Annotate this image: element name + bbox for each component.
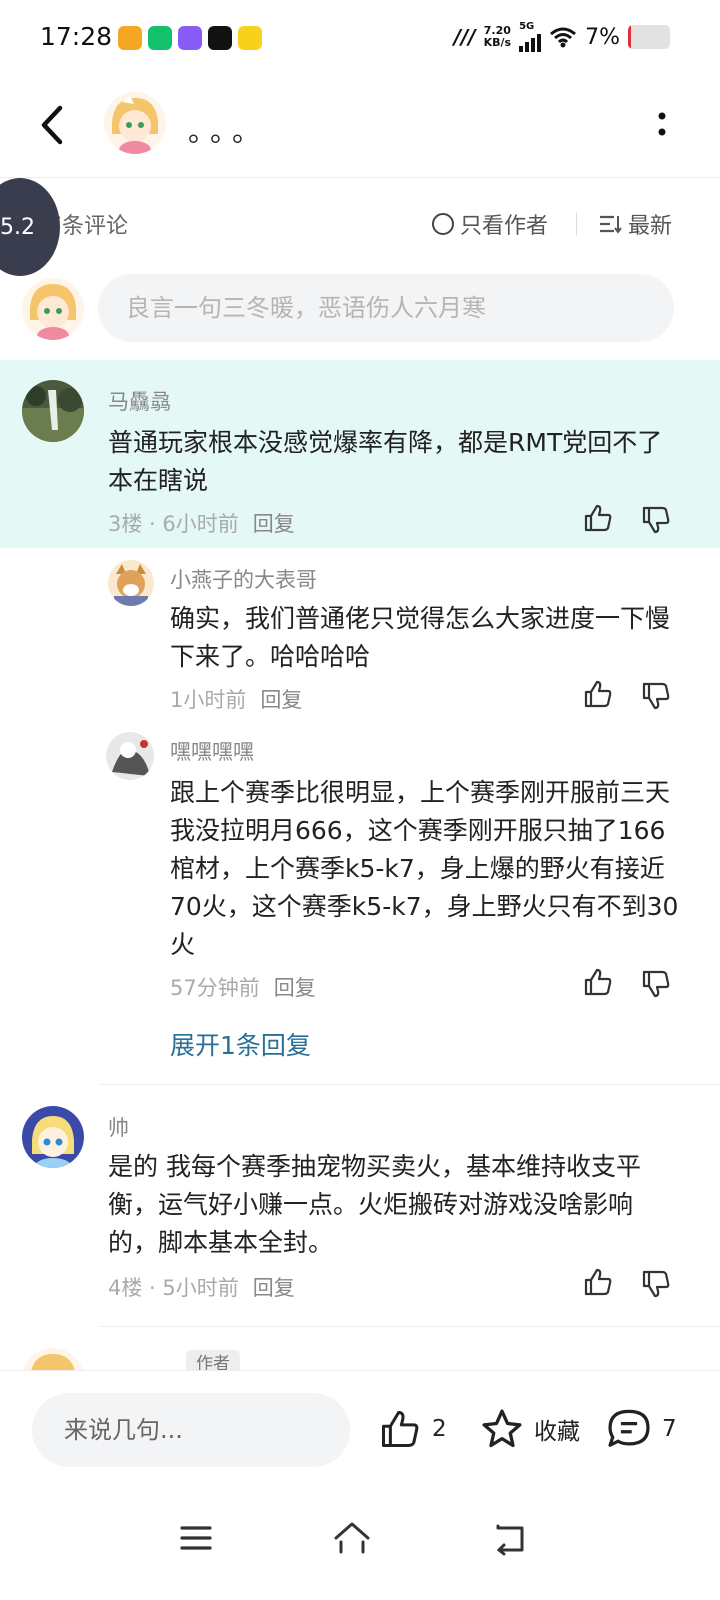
thumbs-up-icon[interactable] xyxy=(582,1266,614,1298)
replier-name[interactable]: 嘿嘿嘿嘿 xyxy=(170,736,254,766)
back-icon[interactable] xyxy=(490,1518,530,1558)
comment-input[interactable]: 良言一句三冬暖，恶语伤人六月寒 xyxy=(98,274,674,342)
author-avatar[interactable] xyxy=(104,92,166,154)
net-speed: 7.20 KB/s xyxy=(483,24,512,49)
comment-text: 是的 我每个赛季抽宠物买卖火，基本维持收支平衡，运气好小赚一点。火炬搬砖对游戏没… xyxy=(108,1152,641,1257)
reply-meta: 1小时前 回复 xyxy=(170,684,302,714)
app-icon-1 xyxy=(118,26,142,50)
more-vertical-icon[interactable] xyxy=(656,108,668,144)
radio-icon xyxy=(432,213,454,235)
my-avatar xyxy=(22,278,84,340)
thumbs-up-icon xyxy=(381,1410,419,1448)
reply-button[interactable]: 回复 xyxy=(253,1272,295,1302)
wifi-icon xyxy=(550,27,577,48)
thumbs-down-icon[interactable] xyxy=(640,504,672,536)
home-icon[interactable] xyxy=(332,1518,372,1558)
star-icon xyxy=(482,1409,522,1448)
reply-button[interactable]: 回复 xyxy=(274,972,316,1002)
app-icon-4 xyxy=(208,26,232,50)
replier-name[interactable]: 小燕子的大表哥 xyxy=(170,564,317,594)
thumbs-down-icon[interactable] xyxy=(640,1268,672,1300)
expand-replies-link[interactable]: 展开1条回复 xyxy=(170,1026,311,1062)
comments-button[interactable]: 7 xyxy=(606,1407,677,1451)
signal-icon: 5G xyxy=(519,22,542,52)
thumbs-up-icon[interactable] xyxy=(582,502,614,534)
app-icon-2 xyxy=(148,26,172,50)
thumbs-down-icon[interactable] xyxy=(640,680,672,712)
reply-time: 57分钟前 xyxy=(170,976,260,1000)
reply-meta: 57分钟前 回复 xyxy=(170,972,316,1002)
comment-item: 马驫骉 普通玩家根本没感觉爆率有降，都是RMT党回不了本在瞎说 3楼 · 6小时… xyxy=(0,360,720,548)
reply-text: 确实，我们普通佬只觉得怎么大家进度一下慢下来了。哈哈哈哈 xyxy=(170,604,671,671)
reply-time: 1小时前 xyxy=(170,688,247,712)
comments-count: 7 xyxy=(662,1416,677,1442)
commenter-avatar[interactable] xyxy=(22,380,84,442)
commenter-name[interactable]: 马驫骉 xyxy=(108,386,171,416)
thumbs-down-icon[interactable] xyxy=(640,968,672,1000)
comment-text: 普通玩家根本没感觉爆率有降，都是RMT党回不了本在瞎说 xyxy=(108,428,663,495)
commenter-name[interactable]: 帅 xyxy=(108,1112,129,1142)
hd-icon: /// xyxy=(453,25,476,49)
only-author-label: 只看作者 xyxy=(460,214,549,239)
battery-icon xyxy=(628,25,670,49)
system-nav-bar xyxy=(0,1490,720,1600)
reply-button[interactable]: 回复 xyxy=(253,508,295,538)
battery-percent: 7% xyxy=(585,24,620,50)
status-time: 17:28 xyxy=(40,22,113,51)
thumbs-up-icon[interactable] xyxy=(582,678,614,710)
comments-header: 共7条评论 只看作者 最新 xyxy=(0,190,720,260)
status-indicators: /// 7.20 KB/s 5G 7% xyxy=(454,22,620,52)
top-header: 。。。 xyxy=(0,78,720,178)
replier-avatar[interactable] xyxy=(108,560,154,606)
menu-icon[interactable] xyxy=(176,1518,216,1558)
comment-floor-time: 3楼 · 6小时前 xyxy=(108,512,239,536)
bottom-action-bar: 来说几句... 2 收藏 7 xyxy=(0,1370,720,1490)
like-count: 2 xyxy=(432,1416,447,1442)
divider xyxy=(100,1084,720,1085)
comment-meta: 3楼 · 6小时前 回复 xyxy=(108,508,295,538)
divider xyxy=(576,212,577,236)
app-icon-5 xyxy=(238,26,262,50)
author-name[interactable]: 。。。 xyxy=(188,110,268,150)
chevron-left-icon[interactable] xyxy=(34,100,74,150)
sort-button[interactable]: 最新 xyxy=(598,208,672,240)
status-bar: 17:28 /// 7.20 KB/s 5G 7% xyxy=(0,0,720,76)
reply-item: 小燕子的大表哥 确实，我们普通佬只觉得怎么大家进度一下慢下来了。哈哈哈哈 1小时… xyxy=(0,560,720,720)
favorite-label: 收藏 xyxy=(534,1419,580,1445)
comment-meta: 4楼 · 5小时前 回复 xyxy=(108,1272,295,1302)
reply-item: 嘿嘿嘿嘿 跟上个赛季比很明显，上个赛季刚开服前三天我没拉明月666，这个赛季刚开… xyxy=(0,732,720,1022)
thumbs-up-icon[interactable] xyxy=(582,966,614,998)
commenter-avatar[interactable] xyxy=(22,1106,84,1168)
comment-floor-time: 4楼 · 5小时前 xyxy=(108,1276,239,1300)
comment-item: 帅 是的 我每个赛季抽宠物买卖火，基本维持收支平衡，运气好小赚一点。火炬搬砖对游… xyxy=(0,1100,720,1312)
like-button[interactable]: 2 xyxy=(378,1407,447,1451)
reply-button[interactable]: 回复 xyxy=(260,684,302,714)
app-icon-3 xyxy=(178,26,202,50)
comment-bubble-icon xyxy=(608,1409,650,1447)
say-something-input[interactable]: 来说几句... xyxy=(32,1393,350,1467)
notification-app-icons xyxy=(118,26,262,50)
only-author-toggle[interactable]: 只看作者 xyxy=(432,208,548,240)
sort-icon xyxy=(600,215,622,234)
favorite-button[interactable]: 收藏 xyxy=(480,1407,580,1451)
reply-text: 跟上个赛季比很明显，上个赛季刚开服前三天我没拉明月666，这个赛季刚开服只抽了1… xyxy=(170,778,679,959)
sort-label: 最新 xyxy=(628,214,673,239)
divider xyxy=(100,1326,720,1327)
replier-avatar[interactable] xyxy=(106,732,154,780)
